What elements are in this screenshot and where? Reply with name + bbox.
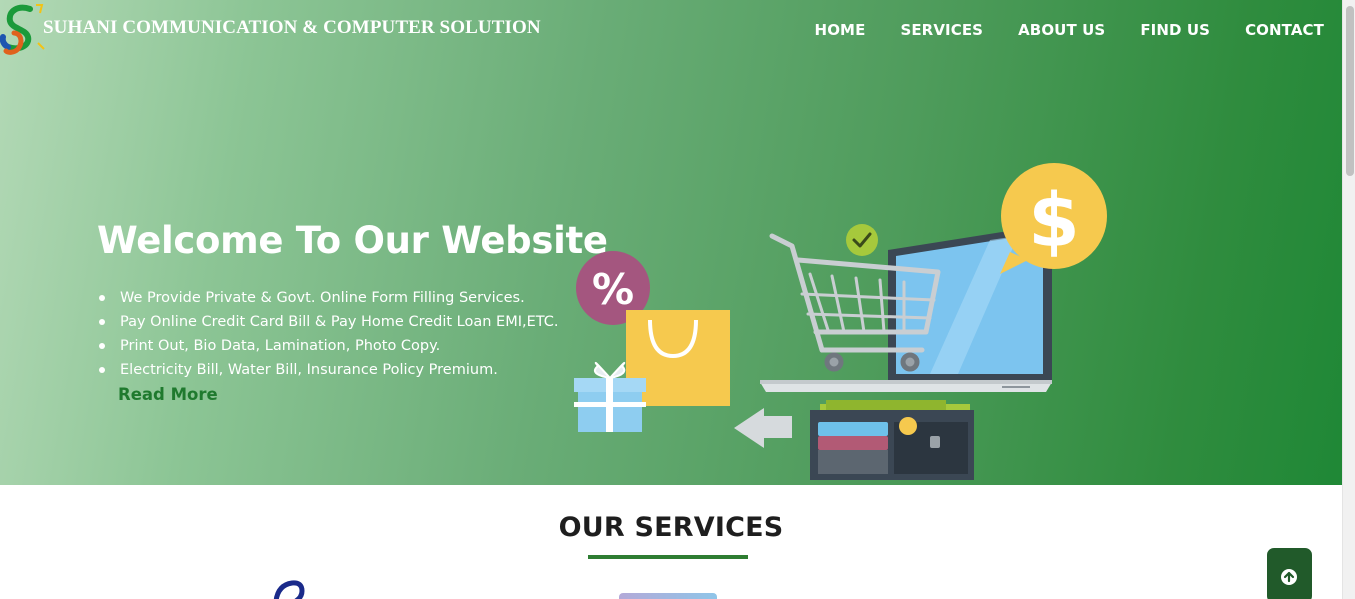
hero-title: Welcome To Our Website <box>97 219 608 262</box>
services-title-underline <box>588 555 748 559</box>
hero-bullet: We Provide Private & Govt. Online Form F… <box>98 288 559 312</box>
hero-bullet-list: We Provide Private & Govt. Online Form F… <box>98 288 559 384</box>
nav-services[interactable]: SERVICES <box>900 21 983 39</box>
read-more-link[interactable]: Read More <box>118 385 218 404</box>
main-nav: HOME SERVICES ABOUT US FIND US CONTACT <box>780 21 1324 39</box>
arrow-up-circle-icon <box>1281 569 1297 585</box>
brand-name[interactable]: SUHANI COMMUNICATION & COMPUTER SOLUTION <box>43 17 541 39</box>
scroll-to-top-button[interactable] <box>1267 548 1312 599</box>
nav-contact[interactable]: CONTACT <box>1245 21 1324 39</box>
dollar-bubble-icon: $ <box>1000 163 1107 274</box>
dollar-sign: $ <box>1028 178 1080 264</box>
online-shopping-illustration: $ % <box>574 163 1107 480</box>
service-image-partial <box>273 580 305 599</box>
arrow-left-icon <box>734 408 792 448</box>
services-section-title: OUR SERVICES <box>558 512 784 543</box>
hero-bullet: Electricity Bill, Water Bill, Insurance … <box>98 360 559 384</box>
nav-about-us[interactable]: ABOUT US <box>1018 21 1105 39</box>
hero-bullet: Print Out, Bio Data, Lamination, Photo C… <box>98 336 559 360</box>
nav-find-us[interactable]: FIND US <box>1140 21 1210 39</box>
hero-bullet: Pay Online Credit Card Bill & Pay Home C… <box>98 312 559 336</box>
service-image-partial <box>619 593 717 599</box>
page-scrollbar[interactable] <box>1342 0 1355 599</box>
check-icon <box>846 224 878 256</box>
nav-home[interactable]: HOME <box>815 21 866 39</box>
brand-logo[interactable] <box>0 3 46 57</box>
wallet-icon <box>810 400 974 480</box>
hero-banner: SUHANI COMMUNICATION & COMPUTER SOLUTION… <box>0 0 1342 485</box>
scrollbar-thumb[interactable] <box>1346 6 1354 176</box>
percent-sign: % <box>592 265 634 314</box>
